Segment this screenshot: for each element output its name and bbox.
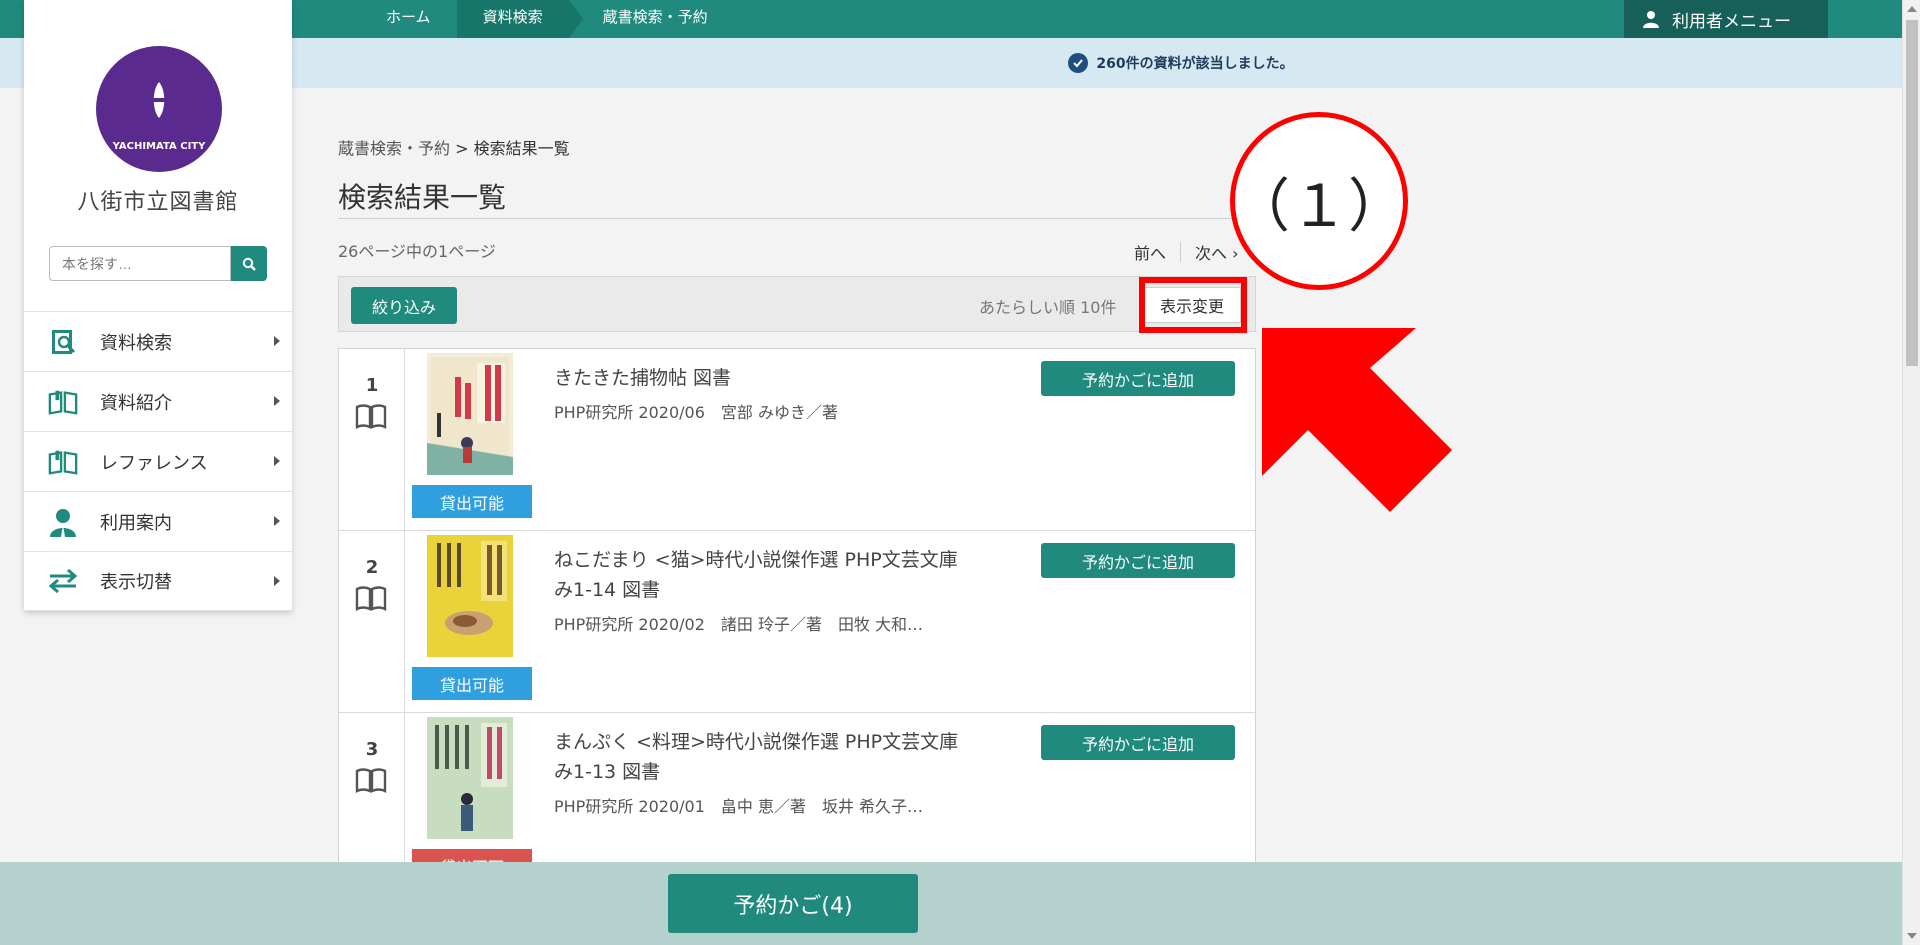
chevron-right-icon bbox=[274, 456, 280, 466]
annotation-number-circle: （１） bbox=[1230, 112, 1408, 290]
logo-mark-icon bbox=[122, 80, 196, 120]
sidebar-item-guide[interactable]: 利用案内 bbox=[24, 491, 292, 551]
sidebar-item-label: 利用案内 bbox=[100, 512, 172, 534]
crumb-search[interactable]: 資料検索 bbox=[456, 0, 583, 38]
add-to-basket-button[interactable]: 予約かごに追加 bbox=[1041, 361, 1235, 396]
book-meta: PHP研究所 2020/02 諸田 玲子／著 田牧 大和… bbox=[554, 615, 924, 634]
crumb-home[interactable]: ホーム bbox=[360, 0, 457, 38]
scroll-down-arrow-icon[interactable] bbox=[1907, 933, 1917, 939]
breadcrumb-link[interactable]: 蔵書検索・予約 bbox=[338, 139, 450, 158]
book-title-link[interactable]: まんぷく <料理>時代小説傑作選 PHP文芸文庫 み1-13 図書 bbox=[554, 727, 974, 787]
search-input[interactable] bbox=[49, 246, 231, 281]
result-row: 2 貸出可能 ねこだまり <猫>時代小説傑作選 PHP文芸文庫 み1-14 図書… bbox=[339, 531, 1255, 713]
prev-page-link[interactable]: 前へ bbox=[1134, 240, 1166, 264]
quick-search bbox=[49, 246, 267, 281]
sidebar-item-material-search[interactable]: 資料検索 bbox=[24, 311, 292, 371]
pager: 前へ 次へ › bbox=[1134, 240, 1239, 264]
open-book-icon bbox=[48, 447, 78, 477]
result-list: 1 貸出可能 きたきた捕物帖 図書 PHP研究所 2020/06 宮部 みゆき／… bbox=[338, 348, 1256, 863]
availability-badge: 貸出不可 bbox=[412, 849, 532, 862]
reservation-basket-button[interactable]: 予約かご(4) bbox=[668, 874, 918, 933]
chevron-right-icon bbox=[274, 396, 280, 406]
search-button[interactable] bbox=[231, 246, 267, 281]
open-book-icon bbox=[355, 404, 387, 429]
result-row: 1 貸出可能 きたきた捕物帖 図書 PHP研究所 2020/06 宮部 みゆき／… bbox=[339, 349, 1255, 531]
scroll-up-arrow-icon[interactable] bbox=[1907, 6, 1917, 12]
result-row: 3 貸出不可 まんぷく <料理>時代小説傑作選 PHP文芸文庫 み1-13 図書… bbox=[339, 713, 1255, 862]
sidebar-nav: 資料検索 資料紹介 レファレンス 利用案内 表示切替 bbox=[24, 311, 292, 611]
global-breadcrumb: ホーム 資料検索 蔵書検索・予約 bbox=[360, 0, 734, 38]
annotation-arrow-icon bbox=[1262, 328, 1452, 512]
check-icon bbox=[1068, 53, 1089, 73]
open-book-icon bbox=[355, 768, 387, 793]
crumb-catalog-reserve[interactable]: 蔵書検索・予約 bbox=[569, 0, 734, 38]
breadcrumb-separator: > bbox=[455, 139, 469, 158]
row-number-cell: 1 bbox=[339, 349, 405, 531]
chevron-right-icon bbox=[274, 576, 280, 586]
sidebar-item-label: 資料検索 bbox=[100, 332, 172, 354]
page-title: 検索結果一覧 bbox=[338, 181, 507, 214]
filter-button[interactable]: 絞り込み bbox=[351, 287, 457, 324]
row-number-cell: 3 bbox=[339, 713, 405, 862]
annotation-highlight-box bbox=[1139, 277, 1247, 333]
sidebar-item-label: 資料紹介 bbox=[100, 392, 172, 414]
book-title-link[interactable]: ねこだまり <猫>時代小説傑作選 PHP文芸文庫 み1-14 図書 bbox=[554, 545, 974, 605]
breadcrumb-current: 検索結果一覧 bbox=[473, 139, 570, 158]
result-toolbar: 絞り込み あたらしい順 10件 表示変更 bbox=[338, 276, 1256, 332]
book-search-icon bbox=[48, 327, 78, 357]
switch-arrows-icon bbox=[48, 566, 78, 596]
page-count: 26ページ中の1ページ bbox=[338, 242, 496, 261]
user-menu-label: 利用者メニュー bbox=[1672, 11, 1791, 32]
book-cover-image[interactable] bbox=[427, 535, 513, 657]
row-number: 2 bbox=[365, 557, 379, 578]
book-meta: PHP研究所 2020/06 宮部 みゆき／著 bbox=[554, 403, 838, 422]
sidebar-item-reference[interactable]: レファレンス bbox=[24, 431, 292, 491]
user-icon bbox=[1643, 11, 1659, 28]
logo-text: YACHIMATA CITY bbox=[112, 141, 206, 152]
add-to-basket-button[interactable]: 予約かごに追加 bbox=[1041, 725, 1235, 760]
sidebar-item-display-switch[interactable]: 表示切替 bbox=[24, 551, 292, 611]
library-name: 八街市立図書館 bbox=[77, 190, 239, 215]
book-cover-image[interactable] bbox=[427, 717, 513, 839]
sort-status: あたらしい順 10件 bbox=[979, 298, 1117, 317]
user-menu-button[interactable]: 利用者メニュー bbox=[1624, 0, 1828, 38]
sidebar: YACHIMATA CITY 八街市立図書館 資料検索 資料紹介 レファレン bbox=[24, 0, 292, 611]
row-number: 3 bbox=[365, 739, 379, 760]
chevron-right-icon bbox=[274, 516, 280, 526]
vertical-scrollbar[interactable] bbox=[1902, 0, 1920, 945]
divider bbox=[1180, 242, 1182, 262]
scroll-thumb[interactable] bbox=[1906, 20, 1918, 366]
basket-bar: 予約かご(4) bbox=[0, 862, 1902, 945]
add-to-basket-button[interactable]: 予約かごに追加 bbox=[1041, 543, 1235, 578]
chevron-right-icon bbox=[274, 336, 280, 346]
person-icon bbox=[48, 507, 78, 537]
availability-badge: 貸出可能 bbox=[412, 485, 532, 518]
sidebar-item-label: レファレンス bbox=[100, 452, 208, 474]
next-page-link[interactable]: 次へ › bbox=[1195, 240, 1239, 264]
search-icon bbox=[242, 257, 256, 271]
book-meta: PHP研究所 2020/01 畠中 恵／著 坂井 希久子… bbox=[554, 797, 924, 816]
city-logo[interactable]: YACHIMATA CITY bbox=[96, 46, 222, 172]
sidebar-item-material-intro[interactable]: 資料紹介 bbox=[24, 371, 292, 431]
availability-badge: 貸出可能 bbox=[412, 667, 532, 700]
sidebar-item-label: 表示切替 bbox=[100, 572, 172, 593]
open-book-icon bbox=[355, 586, 387, 611]
open-book-icon bbox=[48, 387, 78, 417]
breadcrumb: 蔵書検索・予約 > 検索結果一覧 bbox=[338, 135, 570, 159]
notice-text: 260件の資料が該当しました。 bbox=[1096, 56, 1294, 72]
divider bbox=[338, 218, 1256, 219]
book-title-link[interactable]: きたきた捕物帖 図書 bbox=[554, 363, 974, 393]
row-number-cell: 2 bbox=[339, 531, 405, 713]
row-number: 1 bbox=[365, 375, 379, 396]
book-cover-image[interactable] bbox=[427, 353, 513, 475]
